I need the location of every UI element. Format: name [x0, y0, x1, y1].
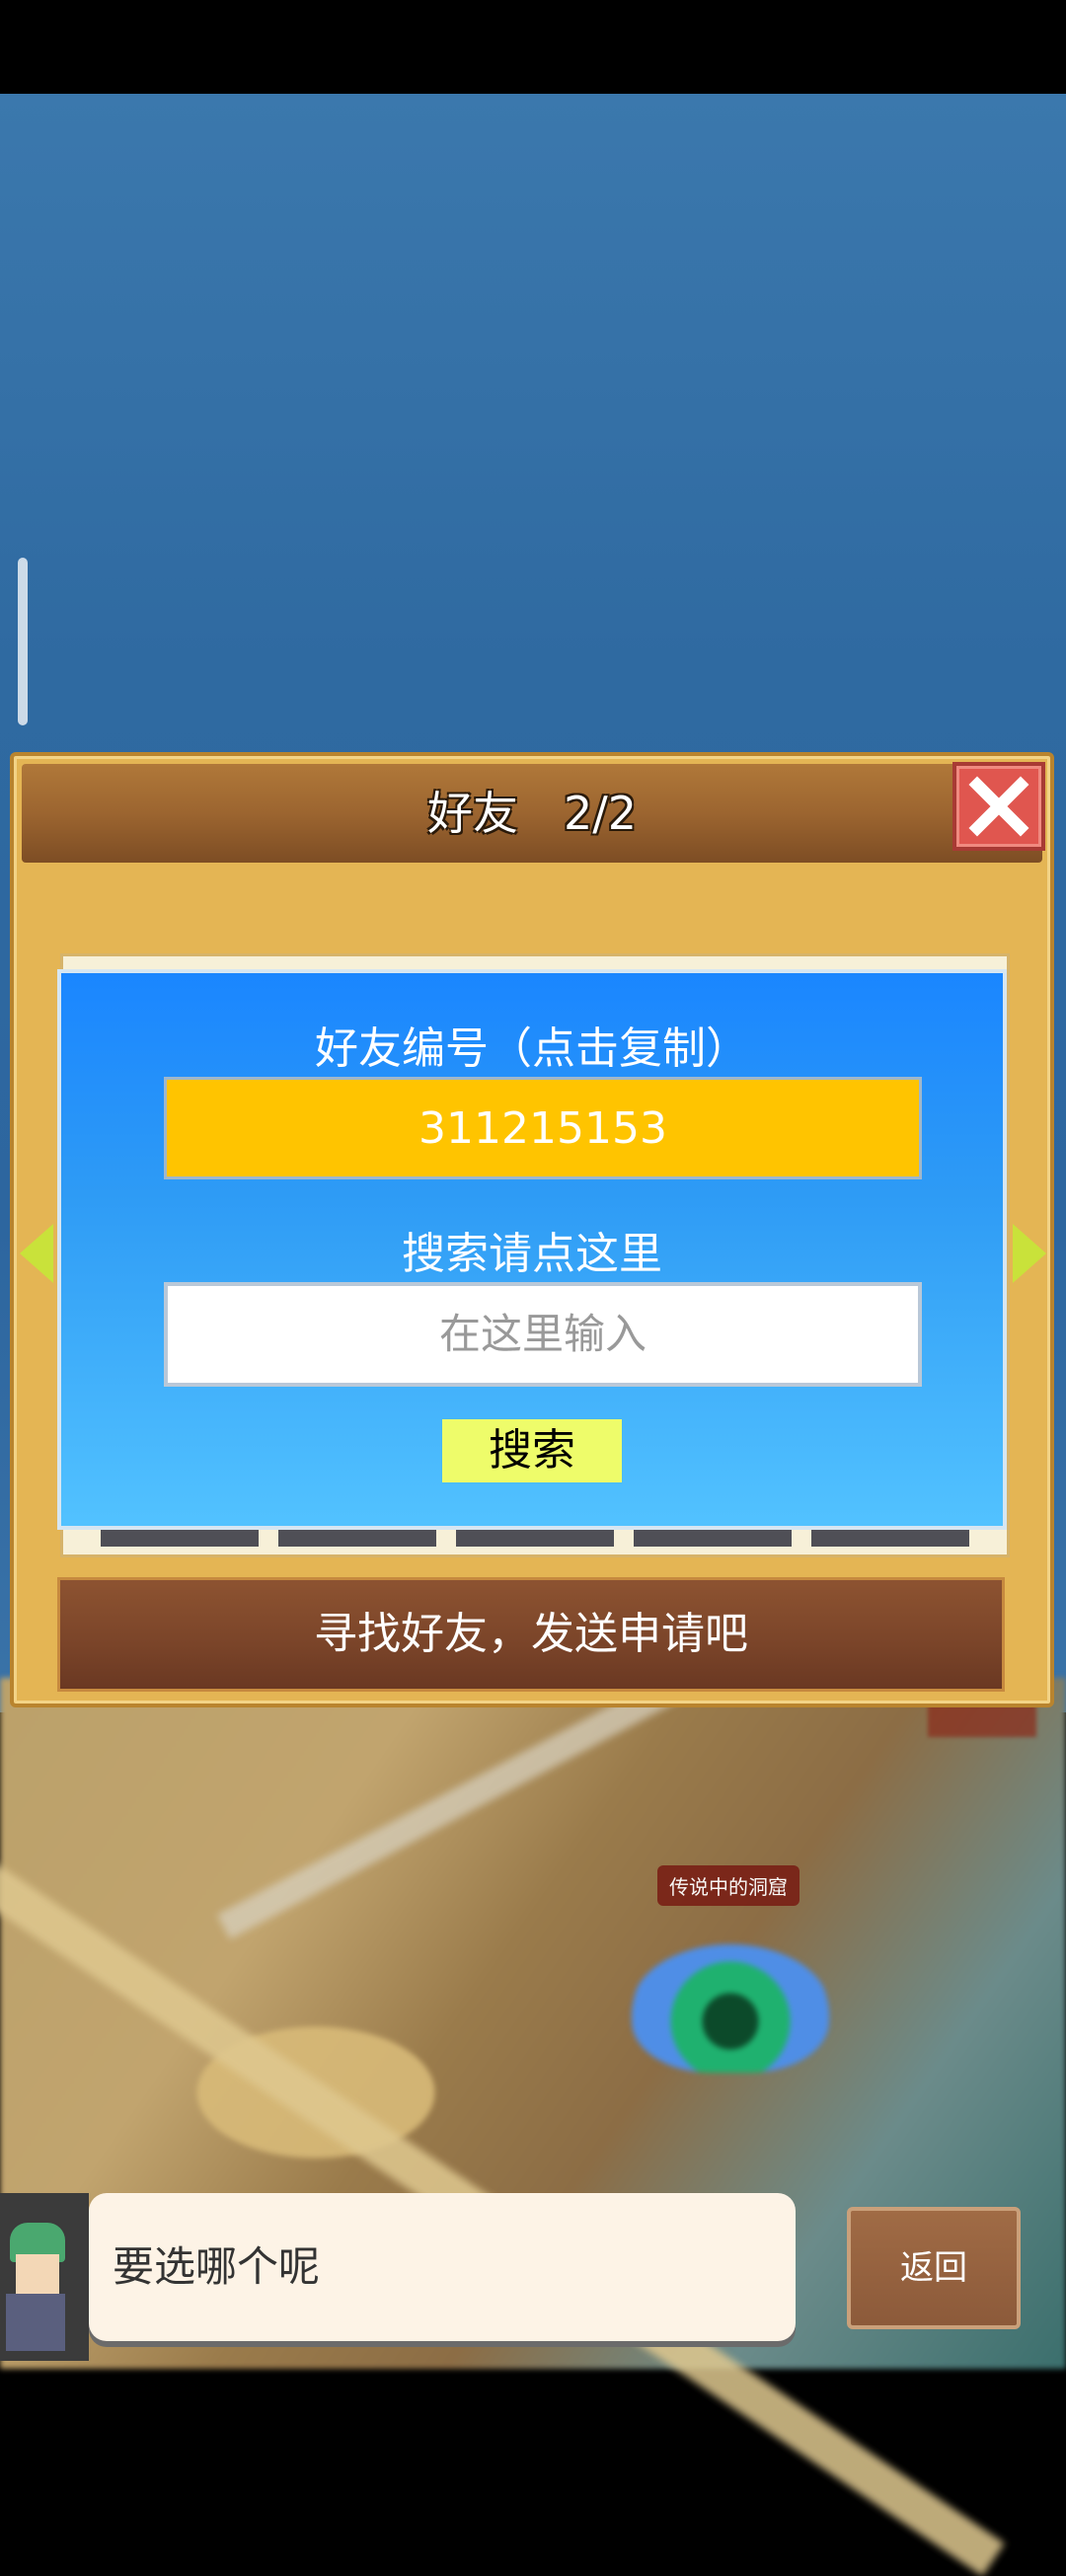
legendary-cave-sprite: [632, 1944, 829, 2073]
npc-face: [16, 2254, 59, 2294]
friend-search-card: 好友编号（点击复制） 311215153 搜索请点这里 在这里输入 搜索: [57, 969, 1007, 1530]
next-page-arrow-icon[interactable]: [1013, 1224, 1046, 1283]
close-button[interactable]: [952, 762, 1045, 851]
dialog-text: 要选哪个呢: [113, 2242, 321, 2291]
npc-dialog-box: 要选哪个呢: [89, 2193, 796, 2341]
friend-slot[interactable]: [278, 1529, 436, 1547]
search-label: 搜索请点这里: [402, 1229, 662, 1279]
back-button[interactable]: 返回: [847, 2207, 1021, 2329]
search-button[interactable]: 搜索: [442, 1419, 622, 1482]
friend-id-copy-box[interactable]: 311215153: [164, 1077, 922, 1179]
npc-body: [6, 2294, 65, 2351]
search-input[interactable]: 在这里输入: [164, 1282, 922, 1387]
panel-header: 好友 2/2: [22, 764, 1042, 863]
prev-page-arrow-icon[interactable]: [20, 1224, 53, 1283]
friend-slot[interactable]: [101, 1529, 259, 1547]
scroll-indicator: [18, 558, 28, 725]
friend-id-label: 好友编号（点击复制）: [315, 1023, 749, 1074]
status-bar: [0, 0, 1066, 94]
close-icon: [968, 776, 1029, 837]
friend-slot[interactable]: [811, 1529, 969, 1547]
panel-title: 好友 2/2: [426, 787, 638, 840]
find-friends-banner[interactable]: 寻找好友，发送申请吧: [57, 1577, 1005, 1692]
friend-slot[interactable]: [456, 1529, 614, 1547]
npc-avatar: [0, 2193, 89, 2361]
friend-slot[interactable]: [634, 1529, 792, 1547]
cave-label: 传说中的洞窟: [657, 1865, 800, 1906]
